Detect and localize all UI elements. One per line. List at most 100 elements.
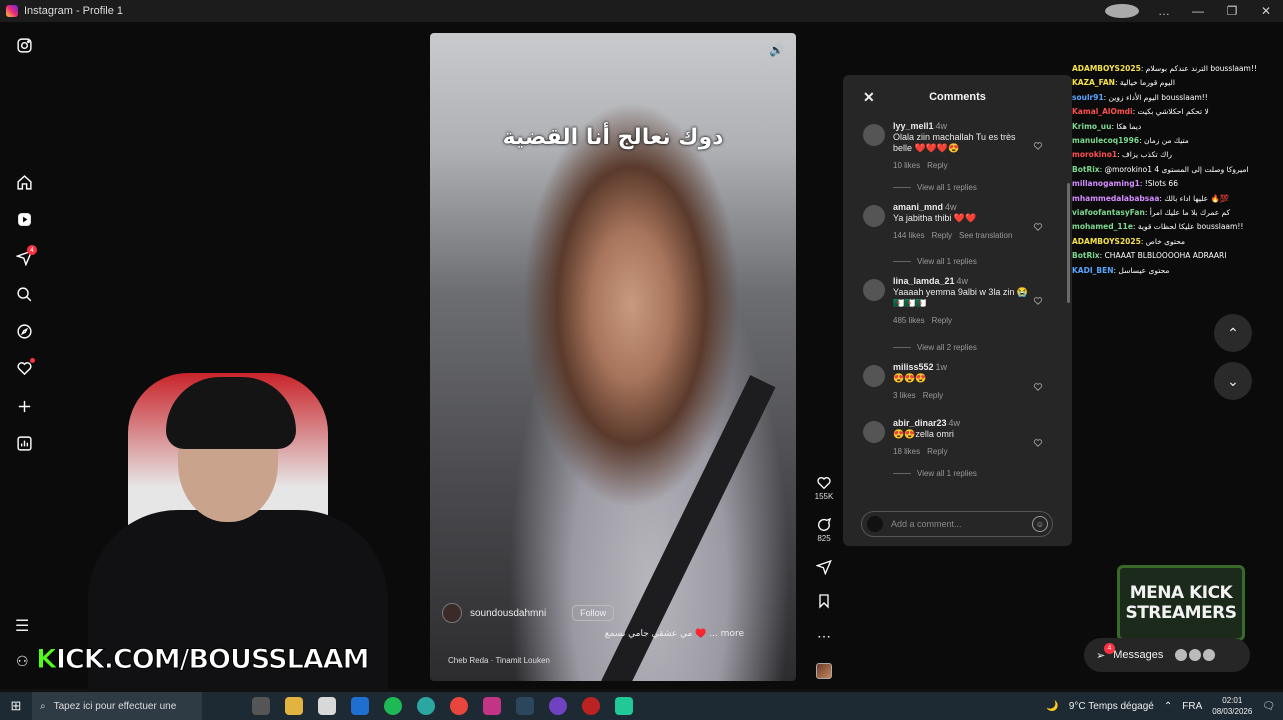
- comment-heart-icon[interactable]: [1033, 435, 1043, 447]
- next-reel-button[interactable]: ⌄: [1214, 362, 1252, 400]
- view-replies-button[interactable]: View all 1 replies: [893, 183, 977, 192]
- add-comment-field[interactable]: Add a comment... ☺: [861, 511, 1053, 537]
- audio-album-thumbnail[interactable]: [816, 663, 832, 679]
- author-username[interactable]: soundousdahmni: [470, 608, 546, 619]
- also-from-meta-icon[interactable]: ⚇: [16, 653, 29, 670]
- chat-username[interactable]: ADAMBOYS2025: [1072, 64, 1141, 73]
- scrollbar-thumb[interactable]: [1067, 183, 1070, 303]
- add-comment-placeholder[interactable]: Add a comment...: [891, 519, 962, 529]
- commenter-avatar[interactable]: [863, 124, 885, 146]
- task-view-icon[interactable]: [252, 697, 270, 715]
- like-action[interactable]: 155K: [808, 474, 840, 501]
- comment-likes[interactable]: 10 likes: [893, 161, 920, 170]
- comment-heart-icon[interactable]: [1033, 379, 1043, 391]
- weather-text[interactable]: 9°C Temps dégagé: [1069, 701, 1154, 712]
- profile-avatar-icon[interactable]: [1105, 4, 1139, 18]
- follow-button[interactable]: Follow: [572, 605, 615, 621]
- close-window-button[interactable]: ✕: [1249, 4, 1283, 18]
- author-avatar[interactable]: [442, 603, 462, 623]
- commenter-avatar[interactable]: [863, 421, 885, 443]
- more-options-action[interactable]: ⋯: [808, 627, 840, 645]
- close-icon[interactable]: ✕: [863, 89, 875, 106]
- comment-likes[interactable]: 18 likes: [893, 447, 920, 456]
- menu-hamburger-icon[interactable]: ☰: [15, 616, 29, 636]
- comment-username[interactable]: abir_dinar23: [893, 418, 947, 428]
- comment-heart-icon[interactable]: [1033, 138, 1043, 150]
- comment-username[interactable]: lina_lamda_21: [893, 276, 955, 286]
- view-replies-button[interactable]: View all 1 replies: [893, 257, 977, 266]
- chat-username[interactable]: mohamed_11e: [1072, 222, 1133, 231]
- spotify-icon[interactable]: [384, 697, 402, 715]
- comment-likes[interactable]: 3 likes: [893, 391, 916, 400]
- chat-username[interactable]: Kamal_AlOmdi: [1072, 107, 1133, 116]
- steam-icon[interactable]: [516, 697, 534, 715]
- comment-username[interactable]: miliss552: [893, 362, 934, 372]
- chat-username[interactable]: soulr91: [1072, 93, 1104, 102]
- obs-icon[interactable]: [549, 697, 567, 715]
- comment-likes[interactable]: 144 likes: [893, 231, 925, 240]
- commenter-avatar[interactable]: [863, 365, 885, 387]
- share-action[interactable]: [808, 558, 840, 576]
- commenter-avatar[interactable]: [863, 279, 885, 301]
- home-icon[interactable]: [16, 174, 33, 191]
- app-icon[interactable]: [615, 697, 633, 715]
- notifications-icon[interactable]: 🗨: [1262, 701, 1275, 712]
- previous-reel-button[interactable]: ⌃: [1214, 314, 1252, 352]
- comment-heart-icon[interactable]: [1033, 219, 1043, 231]
- taskbar-search-placeholder[interactable]: Tapez ici pour effectuer une: [54, 701, 177, 712]
- instagram-taskbar-icon[interactable]: [483, 697, 501, 715]
- reel-description[interactable]: مي عشقي جامي نسمع ♥️ ... more: [605, 629, 744, 639]
- notifications-heart-icon[interactable]: [16, 358, 35, 377]
- outlook-icon[interactable]: [351, 697, 369, 715]
- sound-icon[interactable]: 🔊: [769, 43, 784, 57]
- windows-start-icon[interactable]: ⊞: [0, 698, 32, 714]
- maximize-button[interactable]: ❐: [1215, 4, 1249, 18]
- chat-username[interactable]: BotRix: [1072, 251, 1100, 260]
- chrome-icon[interactable]: [450, 697, 468, 715]
- chat-username[interactable]: millanogaming1: [1072, 179, 1140, 188]
- save-action[interactable]: [808, 592, 840, 610]
- reply-button[interactable]: Reply: [927, 447, 947, 456]
- explore-icon[interactable]: [16, 323, 33, 340]
- view-replies-button[interactable]: View all 1 replies: [893, 469, 977, 478]
- file-explorer-icon[interactable]: [285, 697, 303, 715]
- recorder-icon[interactable]: [582, 697, 600, 715]
- comments-scrollbar[interactable]: [1067, 121, 1070, 495]
- comment-username[interactable]: amani_mnd: [893, 202, 943, 212]
- comment-username[interactable]: lyy_mell1: [893, 121, 934, 131]
- comments-list[interactable]: lyy_mell1 4w Olala ziin machallah Tu es t…: [843, 119, 1072, 497]
- edge-icon[interactable]: [417, 697, 435, 715]
- chat-username[interactable]: ADAMBOYS2025: [1072, 237, 1141, 246]
- commenter-avatar[interactable]: [863, 205, 885, 227]
- minimize-button[interactable]: —: [1181, 4, 1215, 18]
- search-icon[interactable]: [16, 286, 33, 303]
- more-menu-button[interactable]: …: [1147, 4, 1181, 18]
- chat-username[interactable]: KAZA_FAN: [1072, 78, 1115, 87]
- taskbar-search[interactable]: ⌕ Tapez ici pour effectuer une: [32, 692, 202, 720]
- reply-button[interactable]: Reply: [927, 161, 947, 170]
- comment-likes[interactable]: 485 likes: [893, 316, 925, 325]
- chat-username[interactable]: manulecoq1996: [1072, 136, 1139, 145]
- view-replies-button[interactable]: View all 2 replies: [893, 343, 977, 352]
- chat-username[interactable]: morokino1: [1072, 150, 1117, 159]
- chat-username[interactable]: viafoofantasyFan: [1072, 208, 1145, 217]
- chat-username[interactable]: KADI_BEN: [1072, 266, 1114, 275]
- instagram-logo-icon[interactable]: [16, 37, 33, 54]
- reels-icon[interactable]: [16, 211, 33, 228]
- chat-username[interactable]: BotRix: [1072, 165, 1100, 174]
- see-translation-button[interactable]: See translation: [959, 231, 1012, 240]
- chat-username[interactable]: Krimo_uu: [1072, 122, 1111, 131]
- store-icon[interactable]: [318, 697, 336, 715]
- chat-username[interactable]: mhammedalababsaa: [1072, 194, 1159, 203]
- create-plus-icon[interactable]: [16, 398, 33, 415]
- reel-video[interactable]: 🔊 دوك نعالج أنا القضية soundousdahmni Fo…: [430, 33, 796, 681]
- reply-button[interactable]: Reply: [932, 316, 952, 325]
- dashboard-icon[interactable]: [16, 435, 33, 452]
- emoji-icon[interactable]: ☺: [1032, 516, 1048, 532]
- comment-action[interactable]: 825: [808, 516, 840, 543]
- reply-button[interactable]: Reply: [932, 231, 952, 240]
- direct-messages-icon[interactable]: 4: [16, 245, 37, 266]
- reel-music[interactable]: Cheb Reda · Tinamit Louken: [448, 656, 550, 665]
- clock[interactable]: 02:01 08/03/2026: [1212, 695, 1252, 717]
- messages-pill[interactable]: ➢ 4 Messages: [1084, 638, 1250, 672]
